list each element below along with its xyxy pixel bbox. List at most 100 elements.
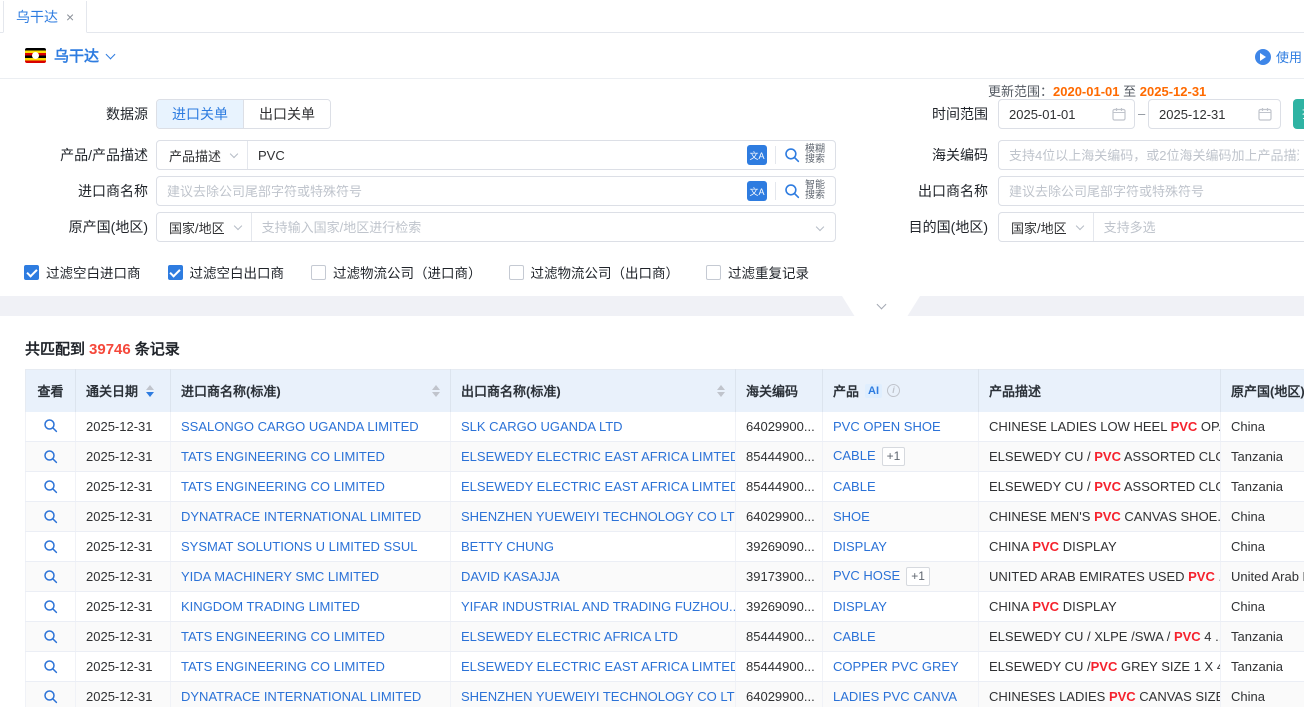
product-link[interactable]: PVC OPEN SHOE — [833, 419, 941, 434]
tab-import-records[interactable]: 进口关单 — [157, 100, 243, 128]
exporter-link[interactable]: ELSEWEDY ELECTRIC EAST AFRICA LIMTED — [461, 659, 736, 674]
translate-icon[interactable]: 文A — [747, 145, 767, 165]
help-link[interactable]: 使用 — [1255, 47, 1302, 66]
destination-type-select[interactable]: 国家/地区 — [999, 213, 1094, 241]
view-cell[interactable] — [26, 622, 76, 652]
sort-asc-icon[interactable] — [146, 385, 154, 390]
filter-checkbox[interactable]: 过滤空白出口商 — [168, 262, 285, 282]
product-link[interactable]: CABLE — [833, 479, 876, 494]
tab-export-records[interactable]: 出口关单 — [243, 100, 330, 128]
view-cell[interactable] — [26, 592, 76, 622]
chevron-down-icon[interactable] — [106, 49, 116, 59]
view-record-button[interactable] — [43, 449, 59, 468]
view-record-button[interactable] — [43, 599, 59, 618]
importer-link[interactable]: TATS ENGINEERING CO LIMITED — [181, 659, 385, 674]
exporter-link[interactable]: SHENZHEN YUEWEIYI TECHNOLOGY CO LTD — [461, 689, 736, 704]
chevron-down-icon[interactable] — [816, 223, 824, 231]
product-link[interactable]: PVC HOSE — [833, 568, 900, 583]
start-date-input[interactable] — [999, 107, 1112, 122]
product-link[interactable]: LADIES PVC CANVA — [833, 689, 957, 704]
country-selector-label[interactable]: 乌干达 — [54, 45, 99, 66]
view-record-button[interactable] — [43, 659, 59, 678]
product-link[interactable]: CABLE — [833, 448, 876, 463]
view-cell[interactable] — [26, 682, 76, 707]
exporter-link[interactable]: SHENZHEN YUEWEIYI TECHNOLOGY CO LTD — [461, 509, 736, 524]
view-cell[interactable] — [26, 652, 76, 682]
checkbox-checked-icon[interactable] — [168, 265, 183, 280]
end-date-picker[interactable] — [1148, 99, 1281, 129]
destination-country-input[interactable] — [1094, 220, 1304, 235]
importer-link[interactable]: DYNATRACE INTERNATIONAL LIMITED — [181, 689, 421, 704]
column-header-3[interactable]: 出口商名称(标准) — [451, 370, 736, 412]
view-cell[interactable] — [26, 442, 76, 472]
sort-desc-icon[interactable] — [717, 392, 725, 397]
smart-search-button[interactable]: 智能搜索 — [776, 181, 835, 201]
product-link[interactable]: CABLE — [833, 629, 876, 644]
importer-link[interactable]: TATS ENGINEERING CO LIMITED — [181, 449, 385, 464]
product-link[interactable]: DISPLAY — [833, 599, 887, 614]
origin-country-input[interactable] — [252, 220, 813, 235]
sort-desc-icon[interactable] — [432, 392, 440, 397]
fuzzy-search-button[interactable]: 模糊搜索 — [776, 145, 835, 165]
product-type-select[interactable]: 产品描述 — [157, 141, 248, 169]
plus-one-badge[interactable]: +1 — [882, 447, 906, 466]
checkbox-unchecked-icon[interactable] — [706, 265, 721, 280]
exporter-link[interactable]: ELSEWEDY ELECTRIC EAST AFRICA LIMTED — [461, 479, 736, 494]
view-record-button[interactable] — [43, 689, 59, 707]
view-record-button[interactable] — [43, 569, 59, 588]
start-date-picker[interactable] — [998, 99, 1135, 129]
view-record-button[interactable] — [43, 629, 59, 648]
checkbox-unchecked-icon[interactable] — [509, 265, 524, 280]
exporter-link[interactable]: ELSEWEDY ELECTRIC AFRICA LTD — [461, 629, 678, 644]
sort-icons[interactable] — [146, 385, 154, 397]
origin-type-select[interactable]: 国家/地区 — [157, 213, 252, 241]
view-cell[interactable] — [26, 412, 76, 442]
sort-desc-icon[interactable] — [146, 392, 154, 397]
importer-link[interactable]: TATS ENGINEERING CO LIMITED — [181, 479, 385, 494]
search-button[interactable]: 搜索 — [1293, 99, 1304, 129]
product-input[interactable] — [248, 148, 747, 163]
end-date-input[interactable] — [1149, 107, 1258, 122]
exporter-link[interactable]: YIFAR INDUSTRIAL AND TRADING FUZHOU... — [461, 599, 736, 614]
product-link[interactable]: SHOE — [833, 509, 870, 524]
column-header-2[interactable]: 进口商名称(标准) — [171, 370, 451, 412]
importer-link[interactable]: KINGDOM TRADING LIMITED — [181, 599, 360, 614]
hs-code-input[interactable] — [999, 148, 1304, 163]
filter-checkbox[interactable]: 过滤物流公司（出口商） — [509, 262, 680, 282]
importer-link[interactable]: SYSMAT SOLUTIONS U LIMITED SSUL — [181, 539, 417, 554]
view-cell[interactable] — [26, 472, 76, 502]
exporter-input[interactable] — [999, 184, 1304, 199]
collapse-panel-button[interactable] — [842, 296, 920, 316]
checkbox-unchecked-icon[interactable] — [311, 265, 326, 280]
importer-link[interactable]: DYNATRACE INTERNATIONAL LIMITED — [181, 509, 421, 524]
view-record-button[interactable] — [43, 509, 59, 528]
info-icon[interactable] — [887, 384, 900, 397]
view-record-button[interactable] — [43, 479, 59, 498]
product-link[interactable]: DISPLAY — [833, 539, 887, 554]
view-cell[interactable] — [26, 562, 76, 592]
view-cell[interactable] — [26, 502, 76, 532]
exporter-link[interactable]: SLK CARGO UGANDA LTD — [461, 419, 623, 434]
tab-uganda[interactable]: 乌干达 × — [3, 1, 87, 33]
sort-asc-icon[interactable] — [432, 385, 440, 390]
plus-one-badge[interactable]: +1 — [906, 567, 930, 586]
exporter-link[interactable]: BETTY CHUNG — [461, 539, 554, 554]
translate-icon[interactable]: 文A — [747, 181, 767, 201]
sort-asc-icon[interactable] — [717, 385, 725, 390]
importer-link[interactable]: TATS ENGINEERING CO LIMITED — [181, 629, 385, 644]
product-link[interactable]: COPPER PVC GREY — [833, 659, 959, 674]
sort-icons[interactable] — [432, 385, 440, 397]
filter-checkbox[interactable]: 过滤空白进口商 — [24, 262, 141, 282]
filter-checkbox[interactable]: 过滤物流公司（进口商） — [311, 262, 482, 282]
view-cell[interactable] — [26, 532, 76, 562]
importer-link[interactable]: YIDA MACHINERY SMC LIMITED — [181, 569, 379, 584]
view-record-button[interactable] — [43, 418, 59, 437]
exporter-link[interactable]: DAVID KASAJJA — [461, 569, 560, 584]
filter-checkbox[interactable]: 过滤重复记录 — [706, 262, 809, 282]
checkbox-checked-icon[interactable] — [24, 265, 39, 280]
exporter-link[interactable]: ELSEWEDY ELECTRIC EAST AFRICA LIMTED — [461, 449, 736, 464]
importer-link[interactable]: SSALONGO CARGO UGANDA LIMITED — [181, 419, 419, 434]
column-header-1[interactable]: 通关日期 — [76, 370, 171, 412]
sort-icons[interactable] — [717, 385, 725, 397]
tab-close-icon[interactable]: × — [66, 9, 74, 25]
